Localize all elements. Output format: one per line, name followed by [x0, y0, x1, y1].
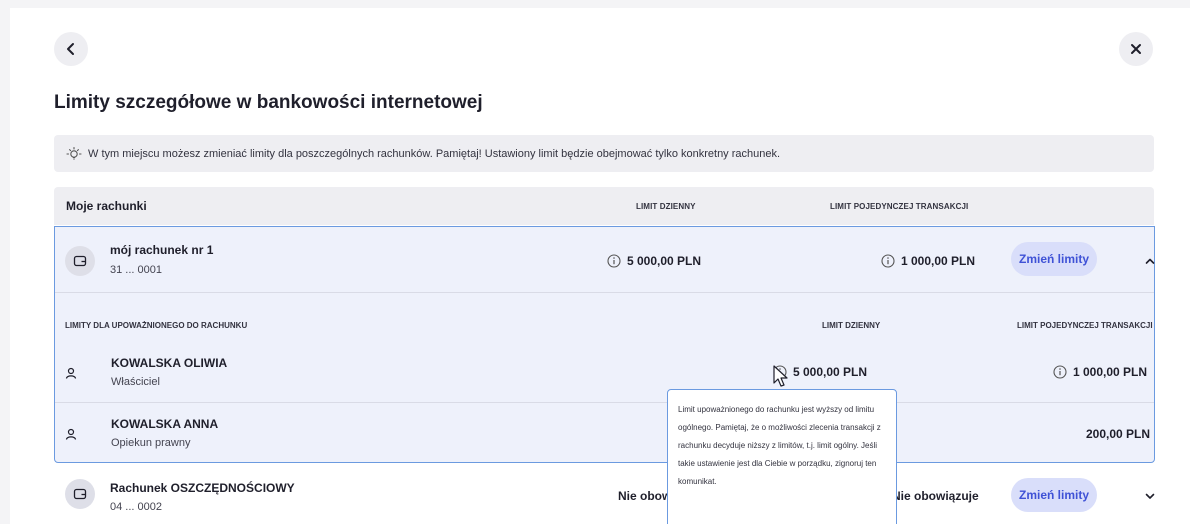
limits-panel: Limity szczegółowe w bankowości internet… [10, 8, 1190, 524]
info-circle-icon[interactable] [607, 254, 621, 268]
info-text: W tym miejscu możesz zmieniać limity dla… [88, 147, 781, 160]
account-card-expanded: mój rachunek nr 1 31 ... 0001 5 000,00 P… [54, 226, 1155, 463]
close-icon [1131, 44, 1141, 54]
accounts-header-title: Moje rachunki [66, 199, 147, 213]
authorized-col-single: LIMIT POJEDYNCZEJ TRANSAKCJI [1017, 321, 1153, 330]
single-limit-value: 1 000,00 PLN [881, 254, 975, 268]
authorized-limits-header: LIMITY DLA UPOWAŻNIONEGO DO RACHUNKU [65, 321, 248, 330]
user-name: KOWALSKA OLIWIA [111, 356, 228, 370]
close-button[interactable] [1119, 32, 1153, 66]
col-single-limit: LIMIT POJEDYNCZEJ TRANSAKCJI [830, 202, 969, 211]
mouse-cursor-icon [773, 365, 788, 387]
user-single-limit: 1 000,00 PLN [1053, 365, 1147, 379]
user-single-limit: 200,00 PLN [1086, 427, 1151, 441]
user-role: Opiekun prawny [111, 437, 191, 449]
authorized-col-daily: LIMIT DZIENNY [822, 321, 881, 330]
account-row[interactable]: mój rachunek nr 1 31 ... 0001 5 000,00 P… [55, 227, 1157, 293]
info-banner: W tym miejscu możesz zmieniać limity dla… [54, 135, 1154, 172]
back-button[interactable] [54, 32, 88, 66]
account-name: Rachunek OSZCZĘDNOŚCIOWY [110, 481, 295, 495]
info-circle-icon[interactable] [881, 254, 895, 268]
account-row[interactable]: Rachunek OSZCZĘDNOŚCIOWY 04 ... 0002 Nie… [54, 464, 1157, 524]
chevron-left-icon [67, 43, 74, 55]
chevron-down-icon[interactable] [1143, 489, 1157, 503]
page-title: Limity szczegółowe w bankowości internet… [54, 92, 483, 113]
authorized-user-row: KOWALSKA OLIWIA Właściciel 5 000,00 PLN … [55, 343, 1154, 403]
user-name: KOWALSKA ANNA [111, 417, 219, 431]
user-role: Właściciel [111, 376, 160, 388]
single-limit-value: Nie obowiązuje [892, 489, 979, 503]
chevron-up-icon[interactable] [1143, 254, 1157, 268]
daily-limit-value: 5 000,00 PLN [607, 254, 701, 268]
change-limits-button[interactable]: Zmień limity [1011, 478, 1097, 512]
account-name: mój rachunek nr 1 [110, 243, 214, 257]
account-number: 04 ... 0002 [110, 501, 162, 513]
wallet-icon [65, 246, 95, 276]
authorized-user-row: KOWALSKA ANNA Opiekun prawny 200,00 PLN [55, 404, 1154, 464]
change-limits-button[interactable]: Zmień limity [1011, 242, 1097, 276]
person-icon [65, 428, 77, 440]
col-daily-limit: LIMIT DZIENNY [636, 202, 696, 211]
account-number: 31 ... 0001 [110, 264, 162, 276]
limit-warning-tooltip: Limit upoważnionego do rachunku jest wyż… [667, 389, 897, 524]
info-circle-icon[interactable] [1053, 365, 1067, 379]
person-icon [65, 367, 77, 379]
wallet-icon [65, 479, 95, 509]
lightbulb-icon [66, 146, 82, 160]
accounts-table-header: Moje rachunki LIMIT DZIENNY LIMIT POJEDY… [54, 187, 1154, 225]
